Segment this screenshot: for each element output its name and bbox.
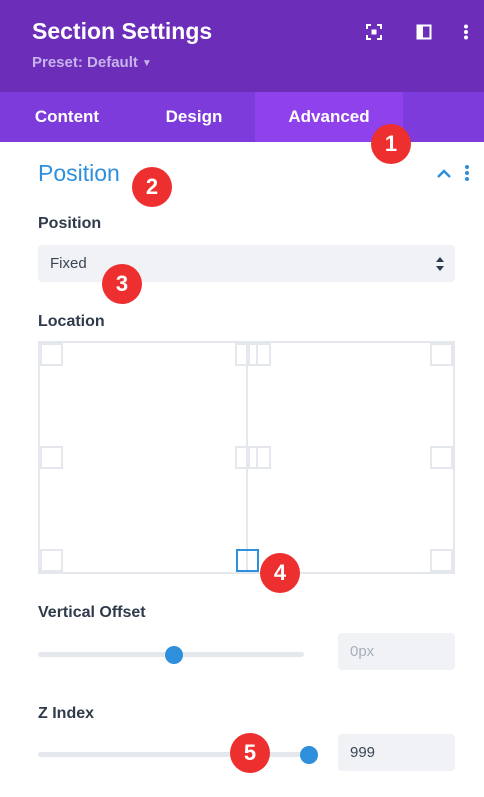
more-vertical-icon[interactable] [464,164,480,184]
callout-badge-2: 2 [132,167,172,207]
callout-badge-1: 1 [371,124,411,164]
location-center-right[interactable] [430,446,453,469]
settings-header: Section Settings Preset: Default ▼ [0,0,484,92]
location-top-left[interactable] [40,343,63,366]
location-bottom-left[interactable] [40,549,63,572]
location-top-right[interactable] [430,343,453,366]
location-top-center-right[interactable] [248,343,271,366]
modal-title: Section Settings [32,18,213,44]
section-title[interactable]: Position [38,160,120,187]
z-index-input[interactable]: 999 [338,734,455,771]
preset-dropdown[interactable]: Preset: Default ▼ [32,54,152,71]
position-label: Position [38,215,102,232]
more-vertical-icon[interactable] [456,22,476,42]
preset-label: Preset: Default [32,54,138,71]
position-select-value: Fixed [50,255,87,272]
vertical-offset-slider-thumb[interactable] [165,646,183,664]
z-index-slider-thumb[interactable] [300,746,318,764]
callout-badge-4: 4 [260,553,300,593]
z-index-label: Z Index [38,705,95,722]
callout-badge-3: 3 [102,264,142,304]
select-arrows-icon [435,255,445,273]
focus-icon[interactable] [364,22,384,42]
location-center-center-right[interactable] [248,446,271,469]
vertical-offset-input[interactable]: 0px [338,633,455,670]
tab-content[interactable]: Content [0,92,134,142]
tab-bar: Content Design Advanced [0,92,484,142]
position-select[interactable]: Fixed [38,245,455,282]
location-bottom-right[interactable] [430,549,453,572]
caret-down-icon: ▼ [141,58,152,69]
tab-design[interactable]: Design [134,92,254,142]
vertical-offset-label: Vertical Offset [38,604,146,621]
callout-badge-5: 5 [230,733,270,773]
chevron-up-icon[interactable] [434,164,454,184]
sidebar-layout-icon[interactable] [414,22,434,42]
location-label: Location [38,313,105,330]
location-grid [38,341,455,574]
location-center-left[interactable] [40,446,63,469]
location-bottom-center[interactable] [236,549,259,572]
